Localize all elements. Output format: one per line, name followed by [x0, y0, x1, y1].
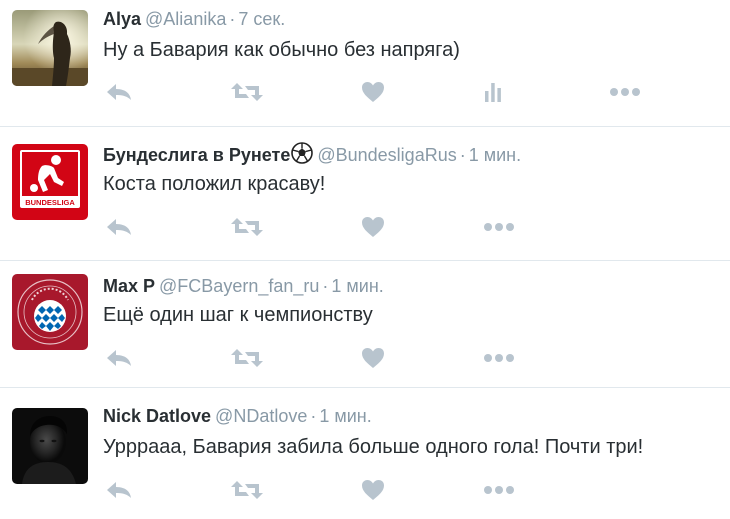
tweet-header: Бундеслига в Рунете @BundesligaRus · 1 мин… — [103, 142, 521, 166]
retweet-button[interactable] — [229, 346, 265, 370]
more-button[interactable] — [481, 346, 517, 370]
tweet-actions — [103, 215, 703, 239]
tweet-header: Max P @FCBayern_fan_ru · 1 мин. — [103, 275, 384, 297]
avatar[interactable] — [12, 408, 88, 484]
tweet-fullname[interactable]: Max P — [103, 276, 155, 296]
reply-button[interactable] — [103, 478, 135, 502]
like-button[interactable] — [359, 80, 387, 104]
analytics-button[interactable] — [481, 80, 505, 104]
tweet[interactable]: Alya @Alianika · 7 сек. Ну а Бавария как об… — [0, 0, 730, 127]
more-icon — [484, 223, 514, 231]
retweet-icon — [231, 83, 263, 101]
tweet[interactable]: BUNDESLIGA Бундеслига в Рунете @Bundesli… — [0, 127, 730, 260]
reply-button[interactable] — [103, 80, 135, 104]
reply-icon — [107, 482, 131, 498]
fc-bayern-crest — [12, 274, 88, 350]
like-button[interactable] — [359, 215, 387, 239]
dark-portrait-photo — [12, 408, 88, 484]
more-button[interactable] — [481, 478, 517, 502]
meta-separator: · — [229, 9, 236, 29]
tweet-text: Коста положил красаву! — [103, 173, 326, 195]
bundesliga-logo-text: BUNDESLIGA — [25, 198, 75, 207]
retweet-icon — [231, 218, 263, 236]
tweet[interactable]: Max P @FCBayern_fan_ru · 1 мин. Ещё один ша… — [0, 261, 730, 388]
tweet-timestamp[interactable]: 7 сек. — [238, 9, 285, 29]
like-icon — [362, 348, 384, 368]
tweet-fullname[interactable]: Бундеслига в Рунете — [103, 145, 290, 165]
reply-button[interactable] — [103, 215, 135, 239]
like-icon — [362, 217, 384, 237]
meta-separator: · — [322, 276, 329, 296]
analytics-icon — [485, 83, 501, 102]
tweet-handle[interactable]: @BundesligaRus — [317, 145, 456, 165]
avatar[interactable] — [12, 10, 88, 86]
tweet-handle[interactable]: @FCBayern_fan_ru — [159, 276, 319, 296]
reply-icon — [107, 219, 131, 235]
more-icon — [610, 88, 640, 96]
retweet-icon — [231, 481, 263, 499]
more-button[interactable] — [481, 215, 517, 239]
reply-button[interactable] — [103, 346, 135, 370]
tweet-timestamp[interactable]: 1 мин. — [319, 406, 371, 426]
reply-icon — [107, 350, 131, 366]
retweet-button[interactable] — [229, 215, 265, 239]
tweet-fullname[interactable]: Nick Datlove — [103, 406, 211, 426]
tweet-actions — [103, 346, 703, 370]
tweet-actions — [103, 478, 703, 502]
tweet-timestamp[interactable]: 1 мин. — [331, 276, 383, 296]
like-icon — [362, 82, 384, 102]
tweet[interactable]: Nick Datlove @NDatlove · 1 мин. Урррааа, Ба… — [0, 388, 730, 519]
tweet-text: Ну а Бавария как обычно без напряга) — [103, 39, 460, 61]
avatar[interactable]: BUNDESLIGA — [12, 144, 88, 220]
woman-silhouette-photo — [12, 10, 88, 86]
tweet-header: Nick Datlove @NDatlove · 1 мин. — [103, 405, 372, 427]
retweet-button[interactable] — [229, 478, 265, 502]
retweet-button[interactable] — [229, 80, 265, 104]
tweet-handle[interactable]: @NDatlove — [215, 406, 307, 426]
reply-icon — [107, 84, 131, 100]
tweet-fullname[interactable]: Alya — [103, 9, 141, 29]
retweet-icon — [231, 349, 263, 367]
tweet-text: Урррааа, Бавария забила больше одного го… — [103, 436, 644, 458]
like-button[interactable] — [359, 478, 387, 502]
more-icon — [484, 354, 514, 362]
tweet-actions — [103, 80, 703, 104]
meta-separator: · — [459, 145, 466, 165]
like-button[interactable] — [359, 346, 387, 370]
meta-separator: · — [310, 406, 317, 426]
more-button[interactable] — [607, 80, 643, 104]
tweet-timestamp[interactable]: 1 мин. — [469, 145, 521, 165]
more-icon — [484, 486, 514, 494]
avatar[interactable] — [12, 274, 88, 350]
soccer-ball-icon — [291, 142, 314, 164]
tweet-handle[interactable]: @Alianika — [145, 9, 226, 29]
tweet-text: Ещё один шаг к чемпионству — [103, 304, 373, 326]
bundesliga-logo: BUNDESLIGA — [12, 144, 88, 220]
tweet-header: Alya @Alianika · 7 сек. — [103, 8, 285, 30]
like-icon — [362, 480, 384, 500]
